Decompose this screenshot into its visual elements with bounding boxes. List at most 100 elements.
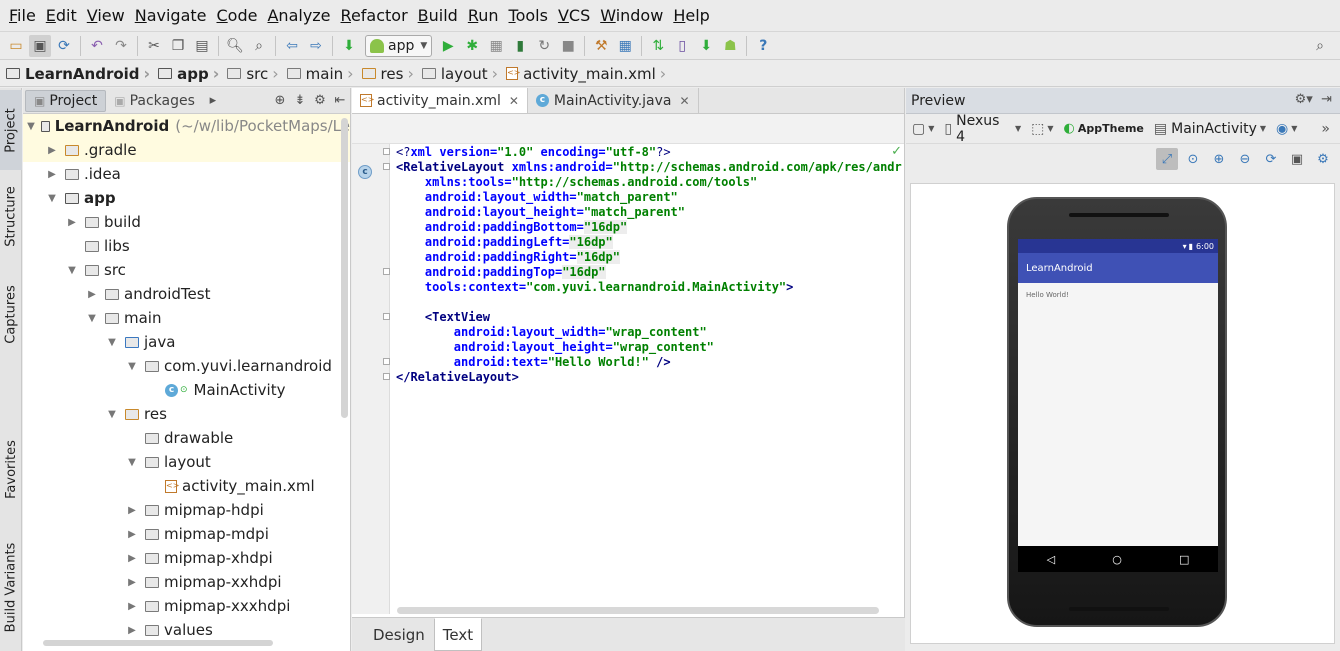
tree-item[interactable]: drawable bbox=[23, 426, 350, 450]
help-icon[interactable]: ? bbox=[752, 35, 774, 57]
menu-analyze[interactable]: Analyze bbox=[262, 6, 335, 25]
project-structure-icon[interactable]: ⚒ bbox=[590, 35, 612, 57]
fold-marker-icon[interactable] bbox=[383, 313, 390, 320]
tree-item[interactable]: ▼ layout bbox=[23, 450, 350, 474]
layout-config-button[interactable]: ▢ ▼ bbox=[912, 121, 934, 137]
find-icon[interactable]: 🔍︎ bbox=[224, 35, 246, 57]
scroll-from-source-icon[interactable]: ⊕ bbox=[270, 93, 290, 108]
menu-build[interactable]: Build bbox=[413, 6, 463, 25]
menu-help[interactable]: Help bbox=[668, 6, 714, 25]
code-area[interactable]: <?xml version="1.0" encoding="utf-8"?> <… bbox=[396, 144, 902, 614]
tab-main-activity-java[interactable]: c MainActivity.java ✕ bbox=[528, 88, 699, 113]
expanded-arrow-icon[interactable]: ▼ bbox=[85, 313, 99, 324]
gradle-sync-icon[interactable]: ⇅ bbox=[647, 35, 669, 57]
phone-screen[interactable]: ▾ ▮ 6:00 LearnAndroid Hello World! ◁ ○ □ bbox=[1018, 239, 1218, 572]
collapse-all-icon[interactable]: ⇟ bbox=[290, 93, 310, 108]
attach-debugger-icon[interactable]: ↻ bbox=[533, 35, 555, 57]
tool-tab-structure[interactable]: Structure bbox=[0, 176, 22, 256]
collapsed-arrow-icon[interactable]: ▶ bbox=[125, 601, 139, 612]
expanded-arrow-icon[interactable]: ▼ bbox=[105, 409, 119, 420]
tree-item[interactable]: ▶ mipmap-hdpi bbox=[23, 498, 350, 522]
more-icon[interactable]: » bbox=[1321, 121, 1330, 137]
forward-icon[interactable]: ⇨ bbox=[305, 35, 327, 57]
tree-item[interactable]: ▶ .gradle bbox=[23, 138, 350, 162]
breadcrumb-item-res[interactable]: res › bbox=[361, 64, 422, 83]
expanded-arrow-icon[interactable]: ▼ bbox=[125, 361, 139, 372]
fold-marker-icon[interactable] bbox=[383, 268, 390, 275]
breadcrumb-item-file[interactable]: <> activity_main.xml › bbox=[506, 64, 674, 83]
chevron-right-icon[interactable]: ▸ bbox=[203, 93, 223, 108]
redo-icon[interactable]: ↷ bbox=[110, 35, 132, 57]
project-vertical-scrollbar[interactable] bbox=[341, 118, 348, 418]
tree-item[interactable]: ▶ mipmap-mdpi bbox=[23, 522, 350, 546]
paste-icon[interactable]: ▤ bbox=[191, 35, 213, 57]
tree-item[interactable]: ▶ mipmap-xxxhdpi bbox=[23, 594, 350, 618]
tree-item[interactable]: c ⊙ MainActivity bbox=[23, 378, 350, 402]
tab-activity-main-xml[interactable]: <> activity_main.xml ✕ bbox=[352, 88, 528, 113]
fold-marker-icon[interactable] bbox=[383, 148, 390, 155]
sdk-manager-icon[interactable]: ⬇ bbox=[695, 35, 717, 57]
hide-panel-icon[interactable]: ⇥ bbox=[1321, 92, 1332, 107]
breadcrumb-item-layout[interactable]: layout › bbox=[421, 64, 506, 83]
refresh-icon[interactable]: ⟳ bbox=[1260, 148, 1282, 170]
stop-icon[interactable]: ■ bbox=[557, 35, 579, 57]
tree-item[interactable]: ▶ .idea bbox=[23, 162, 350, 186]
fold-marker-icon[interactable] bbox=[383, 373, 390, 380]
undo-icon[interactable]: ↶ bbox=[86, 35, 108, 57]
replace-icon[interactable]: ⌕ bbox=[248, 35, 270, 57]
gear-icon[interactable]: ⚙ bbox=[1312, 148, 1334, 170]
zoom-fit-icon[interactable]: ⤢ bbox=[1156, 148, 1178, 170]
expanded-arrow-icon[interactable]: ▼ bbox=[125, 457, 139, 468]
orientation-button[interactable]: ⬚ ▼ bbox=[1031, 121, 1053, 137]
tree-item[interactable]: ▶ build bbox=[23, 210, 350, 234]
tree-item[interactable]: ▼ src bbox=[23, 258, 350, 282]
menu-vcs[interactable]: VCS bbox=[553, 6, 595, 25]
nav-back-icon[interactable]: ◁ bbox=[1047, 553, 1055, 566]
avd-manager-icon[interactable]: ▯ bbox=[671, 35, 693, 57]
class-marker-icon[interactable]: c bbox=[358, 165, 372, 179]
tree-item[interactable]: ▶ mipmap-xhdpi bbox=[23, 546, 350, 570]
fold-marker-icon[interactable] bbox=[383, 163, 390, 170]
collapsed-arrow-icon[interactable]: ▶ bbox=[85, 289, 99, 300]
tool-tab-project[interactable]: Project bbox=[0, 90, 22, 170]
tab-design[interactable]: Design bbox=[364, 618, 434, 651]
hide-panel-icon[interactable]: ⇤ bbox=[330, 93, 350, 108]
close-icon[interactable]: ✕ bbox=[509, 94, 519, 108]
expanded-arrow-icon[interactable]: ▼ bbox=[27, 121, 35, 132]
tree-item[interactable]: ▼ com.yuvi.learnandroid bbox=[23, 354, 350, 378]
debug-icon[interactable]: ✱ bbox=[461, 35, 483, 57]
screenshot-icon[interactable]: ▣ bbox=[1286, 148, 1308, 170]
collapsed-arrow-icon[interactable]: ▶ bbox=[45, 169, 59, 180]
zoom-in-icon[interactable]: ⊕ bbox=[1208, 148, 1230, 170]
tree-item[interactable]: libs bbox=[23, 234, 350, 258]
zoom-actual-icon[interactable]: ⊙ bbox=[1182, 148, 1204, 170]
save-icon[interactable]: ▣ bbox=[29, 34, 51, 57]
breadcrumb-item-main[interactable]: main › bbox=[286, 64, 362, 83]
activity-select[interactable]: ▤ MainActivity ▼ bbox=[1154, 121, 1266, 137]
expanded-arrow-icon[interactable]: ▼ bbox=[105, 337, 119, 348]
tab-packages[interactable]: ▣ Packages bbox=[106, 90, 203, 112]
tree-item[interactable]: ▶ androidTest bbox=[23, 282, 350, 306]
make-project-icon[interactable]: ⬇ bbox=[338, 35, 360, 57]
nav-home-icon[interactable]: ○ bbox=[1112, 553, 1122, 566]
device-select[interactable]: ▯ Nexus 4 ▼ bbox=[944, 113, 1021, 145]
android-monitor-icon[interactable]: ☗ bbox=[719, 35, 741, 57]
breadcrumb-item-project[interactable]: LearnAndroid › bbox=[6, 64, 158, 83]
collapsed-arrow-icon[interactable]: ▶ bbox=[125, 577, 139, 588]
menu-code[interactable]: Code bbox=[212, 6, 263, 25]
project-horizontal-scrollbar[interactable] bbox=[43, 640, 273, 646]
gear-icon[interactable]: ⚙ bbox=[310, 93, 330, 108]
collapsed-arrow-icon[interactable]: ▶ bbox=[125, 625, 139, 636]
collapsed-arrow-icon[interactable]: ▶ bbox=[125, 553, 139, 564]
menu-navigate[interactable]: Navigate bbox=[130, 6, 212, 25]
zoom-out-icon[interactable]: ⊖ bbox=[1234, 148, 1256, 170]
breadcrumb-item-app[interactable]: app › bbox=[158, 64, 227, 83]
breadcrumb-item-src[interactable]: src › bbox=[227, 64, 286, 83]
menu-edit[interactable]: Edit bbox=[41, 6, 82, 25]
copy-icon[interactable]: ❐ bbox=[167, 35, 189, 57]
menu-tools[interactable]: Tools bbox=[504, 6, 553, 25]
tool-tab-favorites[interactable]: Favorites bbox=[0, 424, 22, 514]
menu-window[interactable]: Window bbox=[595, 6, 668, 25]
collapsed-arrow-icon[interactable]: ▶ bbox=[125, 505, 139, 516]
tab-text[interactable]: Text bbox=[433, 618, 483, 651]
